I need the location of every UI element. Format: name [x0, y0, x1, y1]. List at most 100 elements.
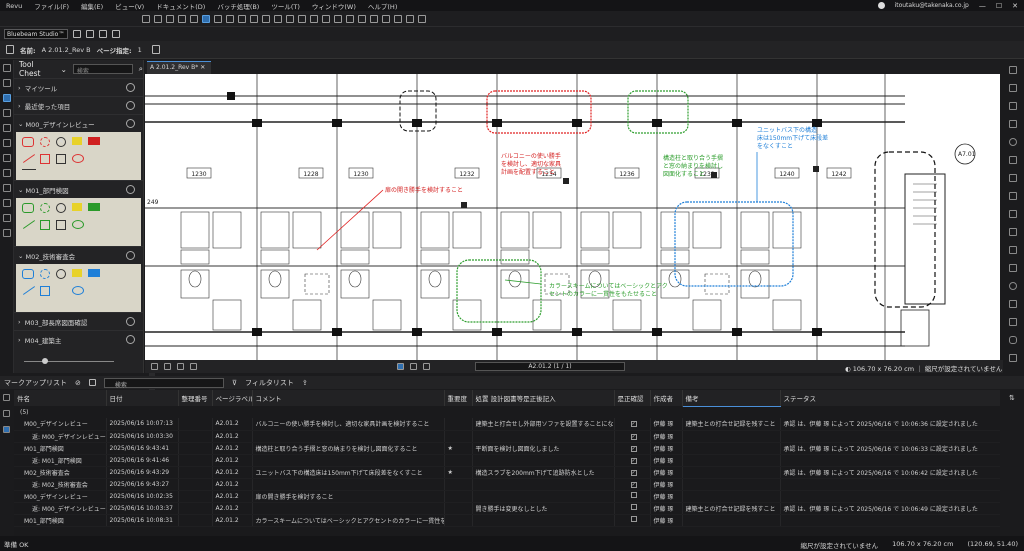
- bookmarks-icon[interactable]: [3, 79, 11, 87]
- highlighter-icon[interactable]: [72, 269, 82, 277]
- markup-search-input[interactable]: 検索: [103, 377, 224, 389]
- new-file-icon[interactable]: [274, 14, 282, 23]
- table-row[interactable]: 返: M01_部門検図 2025/06/16 9:41:46 A2.01.2 ✓ 伊藤 …: [14, 454, 1000, 467]
- col-priority[interactable]: 重要度: [444, 390, 473, 406]
- rectangle-icon[interactable]: [1009, 300, 1017, 308]
- zoom-slider[interactable]: [24, 361, 114, 362]
- group-row[interactable]: (5): [14, 406, 1000, 418]
- checkbox[interactable]: ✓: [630, 457, 637, 464]
- layers-icon[interactable]: [310, 14, 318, 23]
- cloud-tool-icon[interactable]: [22, 203, 34, 213]
- col-status[interactable]: ステータス: [780, 390, 1000, 406]
- measurements-icon[interactable]: [3, 154, 11, 162]
- circle-icon[interactable]: [1009, 138, 1017, 146]
- grid-toggle-icon[interactable]: [151, 363, 158, 370]
- cloud-tool-icon[interactable]: [22, 137, 34, 147]
- crop-icon[interactable]: [226, 14, 234, 23]
- redo-icon[interactable]: [154, 14, 162, 23]
- sign-icon[interactable]: [334, 14, 342, 23]
- table-row[interactable]: 返: M02_技術審査会 2025/06/16 9:43:27 A2.01.2 ✓ 伊藤…: [14, 478, 1000, 491]
- table-row[interactable]: M00_デザインレビュー 2025/06/16 10:02:35 A2.01.2 扉の…: [14, 490, 1000, 503]
- section-m04[interactable]: › M04_建築主: [14, 330, 143, 348]
- select-tool-icon[interactable]: [410, 363, 417, 370]
- summary-icon[interactable]: [3, 410, 10, 417]
- section-m02[interactable]: ⌄ M02_技術審査会: [14, 246, 143, 264]
- page-navigator[interactable]: A2.01.2 (1 / 1): [475, 362, 625, 371]
- col-date[interactable]: 日付: [106, 390, 179, 406]
- drawing-canvas[interactable]: 1230 1228 1230 1232 1234 1236 1238 1240 …: [145, 74, 1000, 360]
- circle-tool-icon[interactable]: [40, 137, 50, 147]
- user-avatar[interactable]: [877, 2, 885, 9]
- measure-icon[interactable]: [346, 14, 354, 23]
- file-icon[interactable]: [6, 45, 14, 54]
- arrow-tool-icon[interactable]: [22, 286, 36, 295]
- markup-list-scrollbar[interactable]: ⇅: [1001, 390, 1024, 536]
- links-icon[interactable]: [3, 184, 11, 192]
- close-icon[interactable]: ✕: [1012, 2, 1018, 10]
- line-icon[interactable]: [1009, 210, 1017, 218]
- spaces-icon[interactable]: [3, 199, 11, 207]
- calibrate-icon[interactable]: [358, 14, 366, 23]
- col-checked[interactable]: 是正確認: [614, 390, 651, 406]
- pen-icon[interactable]: [1009, 66, 1017, 74]
- circle-tool-icon[interactable]: [40, 269, 50, 279]
- shape-tool-icon[interactable]: [56, 220, 66, 230]
- format-icon[interactable]: [112, 30, 120, 38]
- list-view-icon[interactable]: [3, 426, 10, 433]
- col-note[interactable]: 備考: [682, 390, 781, 407]
- eraser-icon[interactable]: [1009, 102, 1017, 110]
- table-row[interactable]: 返: M00_デザインレビュー 2025/06/16 10:03:30 A2.01.…: [14, 430, 1000, 443]
- col-author[interactable]: 作成者: [650, 390, 683, 406]
- close-icon[interactable]: ✕: [200, 64, 205, 71]
- content-icon[interactable]: [177, 363, 184, 370]
- zoom-icon[interactable]: [214, 14, 222, 23]
- menu-window[interactable]: ウィンドウ(W): [306, 1, 362, 11]
- section-m03[interactable]: › M03_部長席図面確認: [14, 312, 143, 330]
- highlight-icon[interactable]: [1009, 84, 1017, 92]
- zoom-slider-handle[interactable]: [42, 358, 48, 364]
- ellipse-tool-icon[interactable]: [72, 154, 84, 163]
- tool-palette-m01[interactable]: A: [16, 198, 141, 246]
- settings-icon[interactable]: [418, 14, 426, 23]
- grid-icon[interactable]: [370, 14, 378, 23]
- snapshot-icon[interactable]: [190, 14, 198, 23]
- split-view-icon[interactable]: [382, 14, 390, 23]
- filter-icon[interactable]: ⊽: [232, 379, 237, 387]
- checkbox[interactable]: ✓: [630, 433, 637, 440]
- open-file-icon[interactable]: [286, 14, 294, 23]
- text-select-icon[interactable]: [178, 14, 186, 23]
- section-recent[interactable]: › 最近使った項目: [14, 96, 143, 114]
- properties-icon[interactable]: [3, 109, 11, 117]
- minimize-icon[interactable]: —: [979, 2, 986, 10]
- arc-icon[interactable]: [1009, 246, 1017, 254]
- markup-toggle-icon[interactable]: [190, 363, 197, 370]
- table-row[interactable]: M00_デザインレビュー 2025/06/16 10:07:13 A2.01.2 バル…: [14, 418, 1000, 431]
- chevron-down-icon[interactable]: ⌄: [61, 65, 67, 74]
- tool-palette-m00[interactable]: A: [16, 132, 141, 180]
- ellipse-tool-icon[interactable]: [72, 286, 84, 295]
- circle-tool-icon[interactable]: [40, 203, 50, 213]
- callout-tool-icon[interactable]: [86, 30, 94, 38]
- stamp-icon[interactable]: [322, 14, 330, 23]
- checkbox[interactable]: [630, 492, 637, 498]
- checkbox[interactable]: ✓: [630, 481, 637, 488]
- ellipse-tool-icon[interactable]: [72, 220, 84, 229]
- visibility-icon[interactable]: ⊘: [75, 379, 81, 387]
- flatten-icon[interactable]: [406, 14, 414, 23]
- export-icon[interactable]: ⇪: [302, 379, 308, 387]
- gear-icon[interactable]: [126, 119, 135, 128]
- section-m00[interactable]: ⌄ M00_デザインレビュー: [14, 114, 143, 132]
- stamp-a-icon[interactable]: A: [56, 203, 66, 213]
- profile-select[interactable]: Bluebeam Studio™: [4, 29, 68, 39]
- col-subject[interactable]: 件名: [14, 390, 107, 406]
- gear-icon[interactable]: [126, 317, 135, 326]
- snap-icon[interactable]: [164, 363, 171, 370]
- menu-file[interactable]: ファイル(F): [28, 1, 75, 11]
- filter-list-label[interactable]: フィルタリスト: [245, 378, 294, 388]
- col-comment[interactable]: コメント: [252, 390, 445, 406]
- rectangle-fill-icon[interactable]: [88, 203, 100, 211]
- col-page-label[interactable]: ページラベル: [212, 390, 253, 406]
- rotate-icon[interactable]: [238, 14, 246, 23]
- table-row[interactable]: M02_技術審査会 2025/06/16 9:43:29 A2.01.2 ユニットバス…: [14, 466, 1000, 479]
- menu-edit[interactable]: 編集(E): [75, 1, 109, 11]
